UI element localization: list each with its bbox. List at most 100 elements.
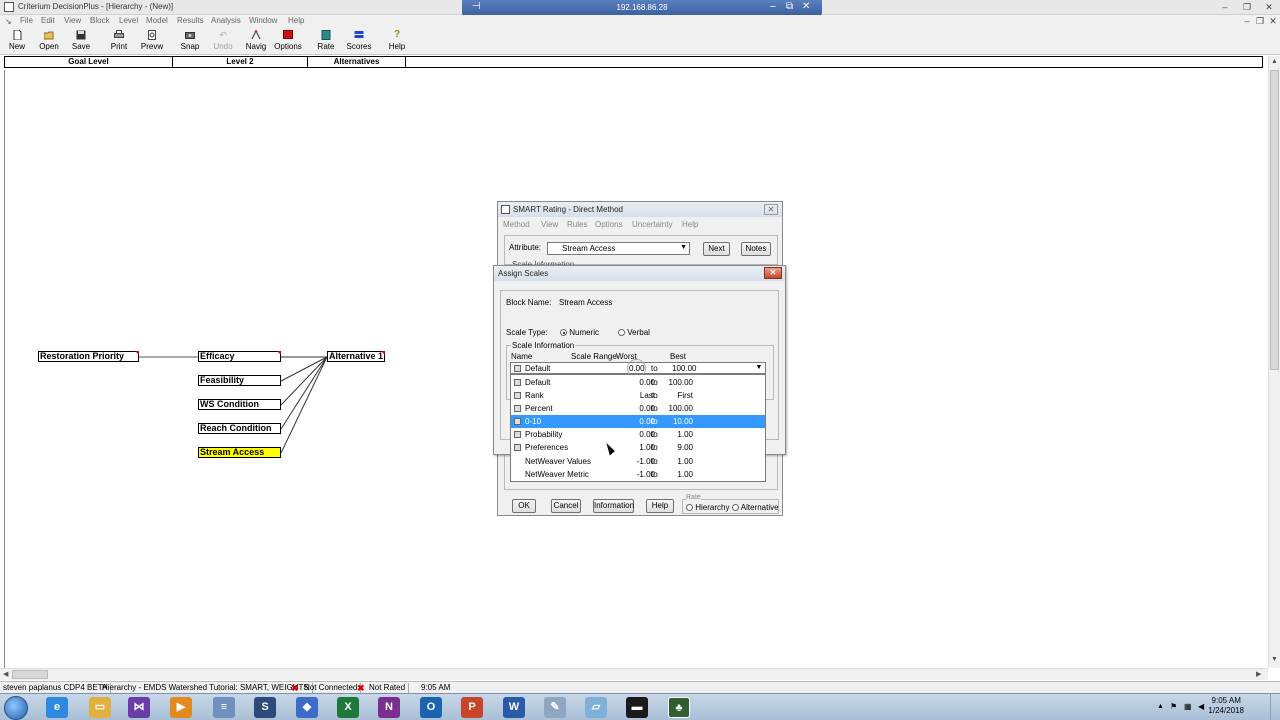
- save-button[interactable]: Save: [66, 29, 96, 54]
- help-button[interactable]: ? Help: [382, 29, 412, 54]
- scroll-right-icon[interactable]: ▶: [1256, 670, 1261, 678]
- navig-button[interactable]: Navig: [241, 29, 271, 54]
- rdp-minimize-icon[interactable]: –: [770, 1, 776, 12]
- file-explorer-icon[interactable]: ▭: [89, 697, 111, 718]
- criterion-node-efficacy[interactable]: Efficacy: [198, 351, 281, 362]
- remote-desktop-icon[interactable]: ▱: [585, 697, 607, 718]
- remote-desktop-bar[interactable]: ⊣ 192.168.86.28 – ⧉ ✕: [462, 0, 822, 16]
- media-player-icon[interactable]: ▶: [170, 697, 192, 718]
- horizontal-scrollbar[interactable]: ◀ ▶: [0, 668, 1268, 680]
- scale-option-netweaver-metric[interactable]: NetWeaver Metric -1.00 to 1.00: [511, 468, 765, 481]
- mdi-close-button[interactable]: ✕: [1264, 15, 1280, 27]
- rdp-close-icon[interactable]: ✕: [802, 1, 810, 12]
- goal-node[interactable]: Restoration Priority: [38, 351, 139, 362]
- scale-option-netweaver-values[interactable]: NetWeaver Values -1.00 to 1.00: [511, 455, 765, 468]
- vertical-scrollbar[interactable]: ▲ ▼: [1268, 56, 1280, 668]
- close-button[interactable]: ✕: [1260, 1, 1278, 13]
- menu-block[interactable]: Block: [90, 16, 110, 25]
- smart-cancel-button[interactable]: Cancel: [551, 499, 581, 513]
- smart-menu-uncertainty[interactable]: Uncertainty: [632, 220, 672, 229]
- rate-alternative-radio[interactable]: [732, 504, 739, 512]
- assign-close-icon[interactable]: ✕: [764, 267, 782, 279]
- minimize-button[interactable]: –: [1216, 1, 1234, 13]
- notepad-icon[interactable]: ≡: [213, 697, 235, 718]
- alternative-node[interactable]: Alternative 1: [327, 351, 385, 362]
- numeric-radio[interactable]: [560, 329, 567, 337]
- scale-option-percent[interactable]: Percent 0.00 to 100.00: [511, 402, 765, 415]
- scale-option-probability[interactable]: Probability 0.00 to 1.00: [511, 428, 765, 441]
- excel-icon[interactable]: X: [337, 697, 359, 718]
- scores-button[interactable]: Scores: [344, 29, 374, 54]
- scroll-down-icon[interactable]: ▼: [1271, 656, 1278, 663]
- menu-model[interactable]: Model: [146, 16, 168, 25]
- smart-menu-options[interactable]: Options: [595, 220, 623, 229]
- menu-file[interactable]: File: [20, 16, 33, 25]
- powerpoint-icon[interactable]: P: [461, 697, 483, 718]
- app-s-icon[interactable]: S: [254, 697, 276, 718]
- smart-attribute-select[interactable]: Stream Access ▼: [547, 242, 690, 255]
- smart-menu-view[interactable]: View: [541, 220, 558, 229]
- rate-alternative-option[interactable]: Alternative: [732, 503, 779, 512]
- smart-ok-button[interactable]: OK: [512, 499, 536, 513]
- scale-dropdown-list[interactable]: Default 0.00 to 100.00 Rank Last to First Perc…: [510, 374, 766, 482]
- scale-type-verbal-option[interactable]: Verbal: [618, 328, 650, 337]
- terminal-icon[interactable]: ▬: [626, 697, 648, 718]
- start-button[interactable]: [4, 696, 28, 720]
- undo-button[interactable]: ↶ Undo: [208, 29, 238, 54]
- open-button[interactable]: Open: [34, 29, 64, 54]
- level-2[interactable]: Level 2: [173, 57, 308, 67]
- scroll-up-icon[interactable]: ▲: [1271, 58, 1278, 65]
- flag-icon[interactable]: ⚑: [1170, 702, 1177, 711]
- mdi-document-icon[interactable]: ↘: [5, 17, 12, 26]
- rate-hierarchy-radio[interactable]: [686, 504, 693, 512]
- internet-explorer-icon[interactable]: e: [46, 697, 68, 718]
- rdp-restore-icon[interactable]: ⧉: [786, 1, 793, 12]
- smart-information-button[interactable]: Information: [593, 499, 634, 513]
- chevron-down-icon[interactable]: ▼: [680, 244, 687, 251]
- scale-option-rank[interactable]: Rank Last to First: [511, 389, 765, 402]
- smart-menu-method[interactable]: Method: [503, 220, 530, 229]
- scale-option-preferences[interactable]: Preferences 1.00 to 9.00: [511, 441, 765, 454]
- rate-hierarchy-option[interactable]: Hierarchy: [686, 503, 729, 512]
- smart-menu-rules[interactable]: Rules: [567, 220, 587, 229]
- options-button[interactable]: Options: [273, 29, 303, 54]
- smart-notes-button[interactable]: Notes: [741, 242, 771, 256]
- horizontal-scroll-thumb[interactable]: [12, 670, 48, 679]
- criterion-node-ws-condition[interactable]: WS Condition: [198, 399, 281, 410]
- system-clock[interactable]: 9:05 AM 1/24/2018: [1208, 696, 1244, 716]
- network-icon[interactable]: ▦: [1184, 702, 1192, 711]
- onenote-icon[interactable]: N: [378, 697, 400, 718]
- vertical-scroll-thumb[interactable]: [1270, 70, 1279, 370]
- menu-window[interactable]: Window: [249, 16, 277, 25]
- word-icon[interactable]: W: [503, 697, 525, 718]
- smart-help-button[interactable]: Help: [646, 499, 674, 513]
- verbal-radio[interactable]: [618, 329, 625, 337]
- scale-option-default[interactable]: Default 0.00 to 100.00: [511, 376, 765, 389]
- menu-help[interactable]: Help: [288, 16, 304, 25]
- level-goal[interactable]: Goal Level: [5, 57, 173, 67]
- show-desktop-button[interactable]: [1270, 694, 1280, 720]
- snap-button[interactable]: Snap: [175, 29, 205, 54]
- smart-next-button[interactable]: Next: [703, 242, 730, 256]
- scroll-left-icon[interactable]: ◀: [3, 670, 8, 678]
- tray-expand-icon[interactable]: ▲: [1157, 703, 1164, 710]
- criterion-node-stream-access[interactable]: Stream Access: [198, 447, 281, 458]
- scale-option-0-10[interactable]: 0-10 0.00 to 10.00: [511, 415, 765, 428]
- print-button[interactable]: Print: [104, 29, 134, 54]
- rate-button[interactable]: Rate: [311, 29, 341, 54]
- menu-view[interactable]: View: [64, 16, 81, 25]
- outlook-icon[interactable]: O: [420, 697, 442, 718]
- app-blue-icon[interactable]: ◆: [296, 697, 318, 718]
- menu-results[interactable]: Results: [177, 16, 204, 25]
- criterium-tree-icon[interactable]: ♣: [668, 697, 690, 718]
- tools-icon[interactable]: ✎: [544, 697, 566, 718]
- chevron-down-icon[interactable]: ▼: [754, 364, 764, 372]
- visual-studio-icon[interactable]: ⋈: [128, 697, 150, 718]
- preview-button[interactable]: Prevw: [137, 29, 167, 54]
- menu-level[interactable]: Level: [119, 16, 138, 25]
- new-button[interactable]: New: [2, 29, 32, 54]
- menu-analysis[interactable]: Analysis: [211, 16, 241, 25]
- level-alternatives[interactable]: Alternatives: [308, 57, 406, 67]
- menu-edit[interactable]: Edit: [41, 16, 55, 25]
- criterion-node-reach-condition[interactable]: Reach Condition: [198, 423, 281, 434]
